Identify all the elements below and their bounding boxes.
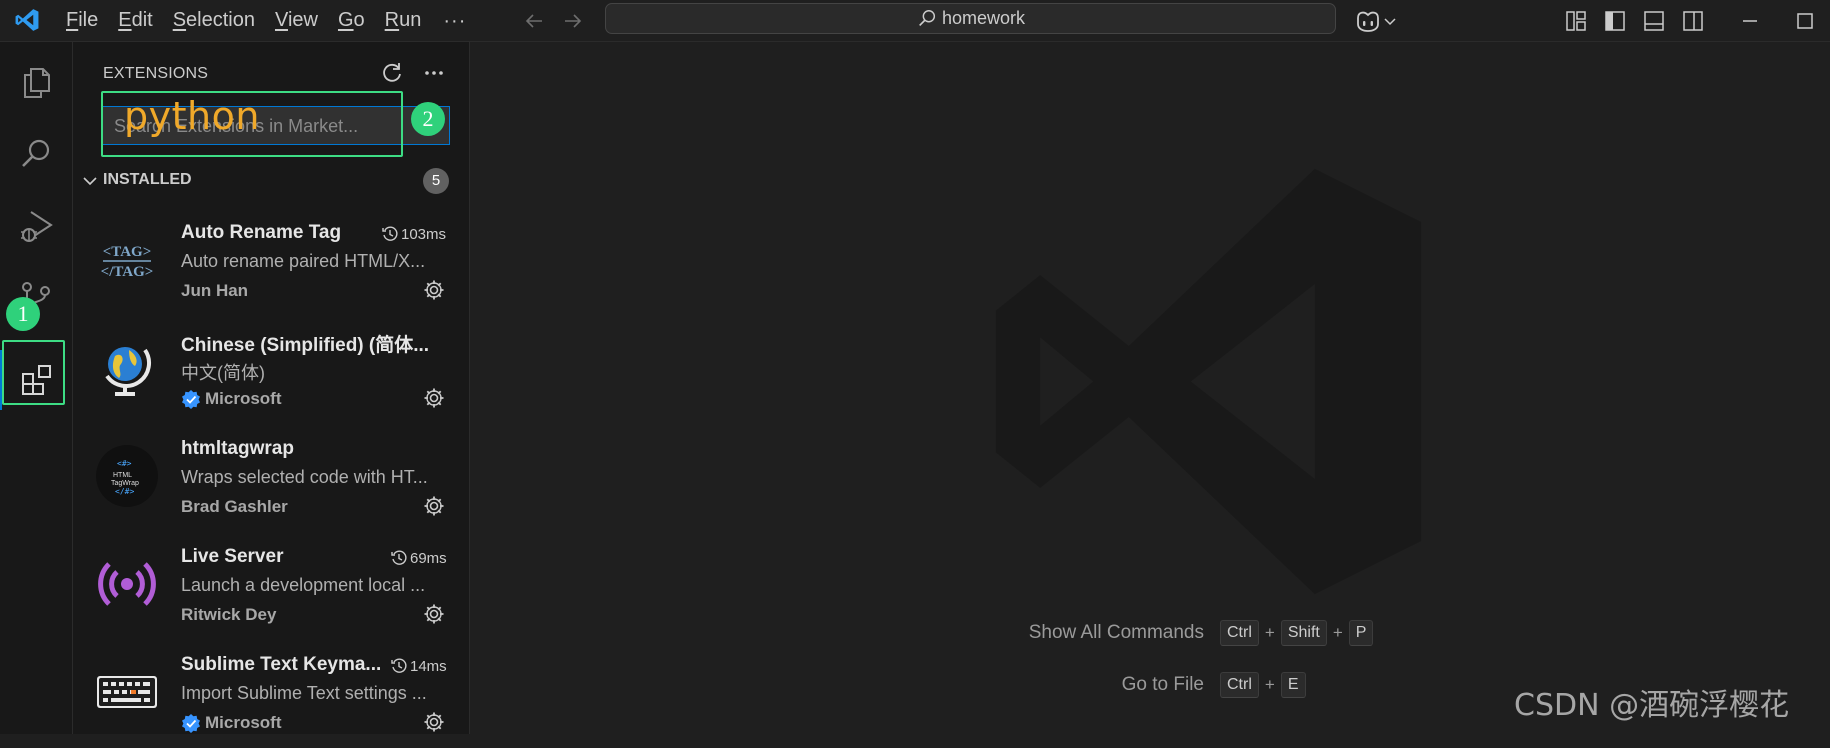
history-icon (382, 226, 398, 241)
vscode-logo-icon[interactable] (14, 7, 40, 33)
broadcast-icon (98, 562, 156, 606)
svg-text:</TAG>: </TAG> (101, 264, 154, 280)
workspace-name: homework (941, 8, 1026, 28)
activity-explorer[interactable] (0, 52, 72, 112)
annotation-step-1-badge: 1 (6, 297, 40, 331)
maximize-window-icon[interactable] (1793, 9, 1817, 33)
extension-publisher[interactable]: Brad Gashler (181, 497, 288, 517)
toggle-primary-sidebar-icon[interactable] (1603, 9, 1627, 33)
extension-description: 中文(简体) (181, 363, 265, 383)
extension-publisher[interactable]: Ritwick Dey (181, 605, 276, 625)
sidebar-title: EXTENSIONS (103, 65, 209, 82)
extension-publisher[interactable]: Microsoft (181, 389, 282, 409)
installed-count-badge: 5 (423, 168, 449, 194)
activity-run-debug[interactable] (0, 196, 72, 256)
verified-publisher-icon (182, 390, 200, 409)
minimize-window-icon[interactable] (1738, 9, 1762, 33)
activity-search[interactable] (0, 124, 72, 184)
activation-time: 103ms (381, 225, 446, 243)
svg-text:TagWrap: TagWrap (111, 480, 139, 487)
extension-description: Auto rename paired HTML/X... (181, 251, 426, 271)
menu-more-button[interactable]: ··· (431, 3, 478, 39)
globe-icon (105, 347, 151, 396)
menu-file[interactable]: File (56, 0, 108, 41)
menu-go[interactable]: Go (328, 0, 375, 41)
section-label: INSTALLED (103, 171, 192, 188)
installed-section-header[interactable]: INSTALLED 5 (73, 166, 469, 196)
gear-icon[interactable] (422, 602, 446, 626)
extension-publisher[interactable]: Jun Han (181, 281, 248, 301)
key-cap: P (1348, 620, 1374, 646)
html-wrap-icon: <#> HTML TagWrap </#> (96, 445, 158, 507)
gear-icon[interactable] (422, 278, 446, 302)
extensions-list: <TAG> </TAG> Auto Rename Tag 103ms Auto … (73, 208, 469, 748)
extension-name: Live Server (181, 546, 284, 567)
command-center-search[interactable]: homework (605, 3, 1336, 34)
gear-icon[interactable] (422, 386, 446, 410)
files-icon (24, 68, 50, 98)
back-arrow-icon[interactable] (522, 9, 546, 33)
hint-show-all-commands: Show All Commands Ctrl + Shift + P (470, 618, 1830, 650)
extension-description: Import Sublime Text settings ... (181, 683, 427, 703)
extension-name: Sublime Text Keyma... (181, 654, 382, 675)
toggle-panel-icon[interactable] (1642, 9, 1666, 33)
more-actions-icon[interactable] (421, 60, 447, 86)
menu-selection[interactable]: Selection (163, 0, 265, 41)
extension-item[interactable]: Chinese (Simplified) (简体... 中文(简体) Micro… (73, 316, 469, 424)
hint-label: Go to File (1121, 674, 1204, 695)
extension-item[interactable]: <#> HTML TagWrap </#> htmltagwrap Wraps … (73, 424, 469, 532)
keybinding: Ctrl + E (1220, 672, 1306, 698)
keybinding: Ctrl + Shift + P (1220, 620, 1374, 646)
svg-text:HTML: HTML (113, 472, 132, 479)
extension-name: htmltagwrap (181, 438, 294, 459)
search-icon (22, 139, 50, 167)
tag-icon: <TAG> </TAG> (101, 244, 154, 280)
extension-item[interactable]: <TAG> </TAG> Auto Rename Tag 103ms Auto … (73, 208, 469, 316)
svg-text:<#>: <#> (117, 459, 132, 468)
extension-name: Chinese (Simplified) (简体... (181, 335, 430, 356)
extension-item[interactable]: Live Server 69ms Launch a development lo… (73, 532, 469, 640)
annotation-typed-text: python (124, 94, 260, 138)
gear-icon[interactable] (422, 710, 446, 734)
keyboard-icon (97, 676, 157, 708)
editor-empty-area: Show All Commands Ctrl + Shift + P Go to F… (470, 42, 1830, 734)
extension-publisher[interactable]: Microsoft (181, 713, 282, 733)
activation-time: 69ms (390, 549, 447, 567)
key-cap: Ctrl (1220, 620, 1259, 646)
chevron-down-icon (1384, 18, 1396, 26)
menu-bar: File Edit Selection View Go Run ··· (56, 0, 478, 41)
annotation-step-2-badge: 2 (411, 102, 445, 136)
customize-layout-icon[interactable] (1564, 9, 1588, 33)
history-icon (391, 658, 407, 673)
extension-item[interactable]: Sublime Text Keyma... 14ms Import Sublim… (73, 640, 469, 748)
search-icon (919, 9, 936, 26)
csdn-watermark-text: CSDN @酒碗浮樱花 (1514, 688, 1790, 723)
menu-view[interactable]: View (265, 0, 328, 41)
extension-description: Launch a development local ... (181, 575, 426, 595)
menu-run[interactable]: Run (375, 0, 432, 41)
copilot-icon (1357, 11, 1379, 32)
key-cap: Ctrl (1220, 672, 1259, 698)
svg-text:<TAG>: <TAG> (103, 244, 152, 260)
chevron-down-icon (83, 177, 97, 186)
extension-description: Wraps selected code with HT... (181, 467, 428, 487)
forward-arrow-icon[interactable] (561, 9, 585, 33)
run-debug-icon (21, 211, 53, 242)
verified-publisher-icon (182, 714, 200, 733)
history-icon (391, 550, 407, 565)
key-cap: Shift (1280, 620, 1327, 646)
key-cap: E (1280, 672, 1306, 698)
title-bar: File Edit Selection View Go Run ··· home… (0, 0, 1830, 42)
hint-label: Show All Commands (1028, 622, 1204, 643)
annotation-highlight-extensions (2, 340, 65, 405)
svg-text:</#>: </#> (115, 487, 134, 496)
activation-time: 14ms (390, 657, 447, 675)
copilot-menu-button[interactable] (1354, 8, 1404, 34)
toggle-secondary-sidebar-icon[interactable] (1681, 9, 1705, 33)
gear-icon[interactable] (422, 494, 446, 518)
extension-name: Auto Rename Tag (181, 222, 342, 243)
refresh-icon[interactable] (379, 60, 405, 86)
vscode-watermark-icon (995, 168, 1422, 595)
menu-edit[interactable]: Edit (108, 0, 162, 41)
